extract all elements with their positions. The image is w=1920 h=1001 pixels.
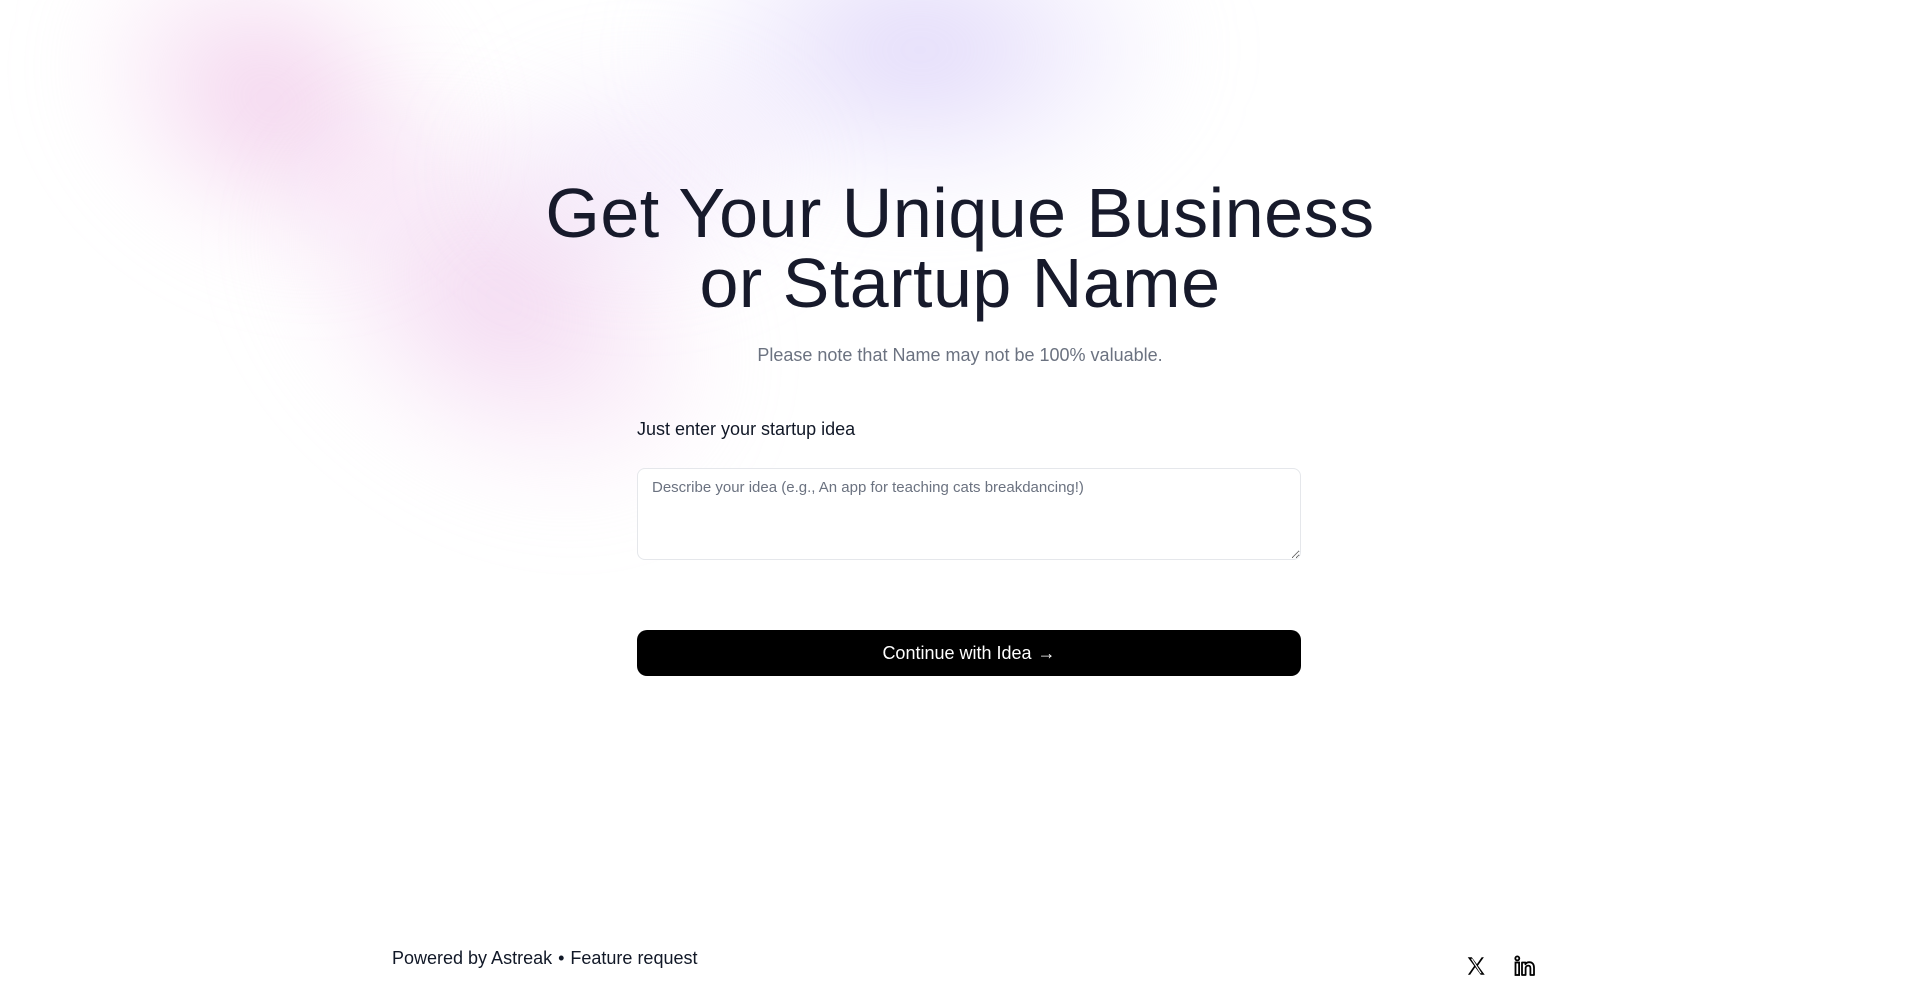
x-twitter-icon[interactable] bbox=[1463, 953, 1489, 979]
footer-separator: • bbox=[558, 948, 565, 968]
x-logo-graphic bbox=[1467, 957, 1485, 975]
footer: Powered by Astreak • Feature request bbox=[392, 948, 697, 969]
powered-by-link[interactable]: Powered by Astreak bbox=[392, 948, 552, 969]
continue-button-label: Continue with Idea bbox=[882, 642, 1032, 663]
linkedin-logo-graphic bbox=[1514, 955, 1535, 976]
page-subtitle: Please note that Name may not be 100% va… bbox=[757, 345, 1163, 365]
idea-textarea[interactable] bbox=[637, 468, 1301, 560]
linkedin-icon[interactable] bbox=[1512, 953, 1538, 979]
feature-request-link[interactable]: Feature request bbox=[570, 948, 697, 969]
page-title-line-1: Get Your Unique Business bbox=[545, 174, 1375, 252]
background-gradient-blob bbox=[8, 0, 532, 344]
page-title: Get Your Unique Business or Startup Name bbox=[460, 178, 1460, 318]
idea-field-label: Just enter your startup idea bbox=[637, 419, 856, 439]
arrow-right-icon: → bbox=[1037, 642, 1056, 663]
page-title-line-2: or Startup Name bbox=[699, 244, 1221, 322]
continue-with-idea-button[interactable]: Continue with Idea → bbox=[637, 630, 1301, 676]
page: Get Your Unique Business or Startup Name… bbox=[0, 0, 1920, 1001]
